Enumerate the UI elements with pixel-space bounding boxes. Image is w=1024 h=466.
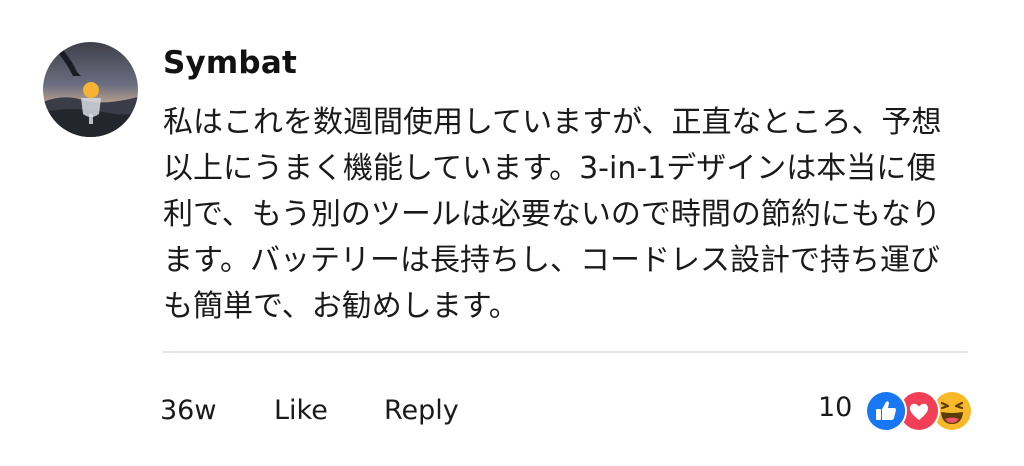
reaction-summary[interactable] — [865, 390, 973, 432]
like-button[interactable]: Like — [274, 395, 328, 426]
divider — [163, 351, 968, 353]
avatar-image — [43, 42, 138, 137]
comment-text: 私はこれを数週間使用していますが、正直なところ、予想以上にうまく機能しています。… — [163, 105, 942, 324]
reply-button[interactable]: Reply — [384, 395, 459, 426]
comment-author-name[interactable]: Symbat — [163, 45, 297, 81]
reaction-count[interactable]: 10 — [818, 392, 852, 423]
like-icon — [865, 390, 907, 432]
avatar[interactable] — [43, 42, 138, 137]
comment-timestamp[interactable]: 36w — [160, 395, 216, 426]
